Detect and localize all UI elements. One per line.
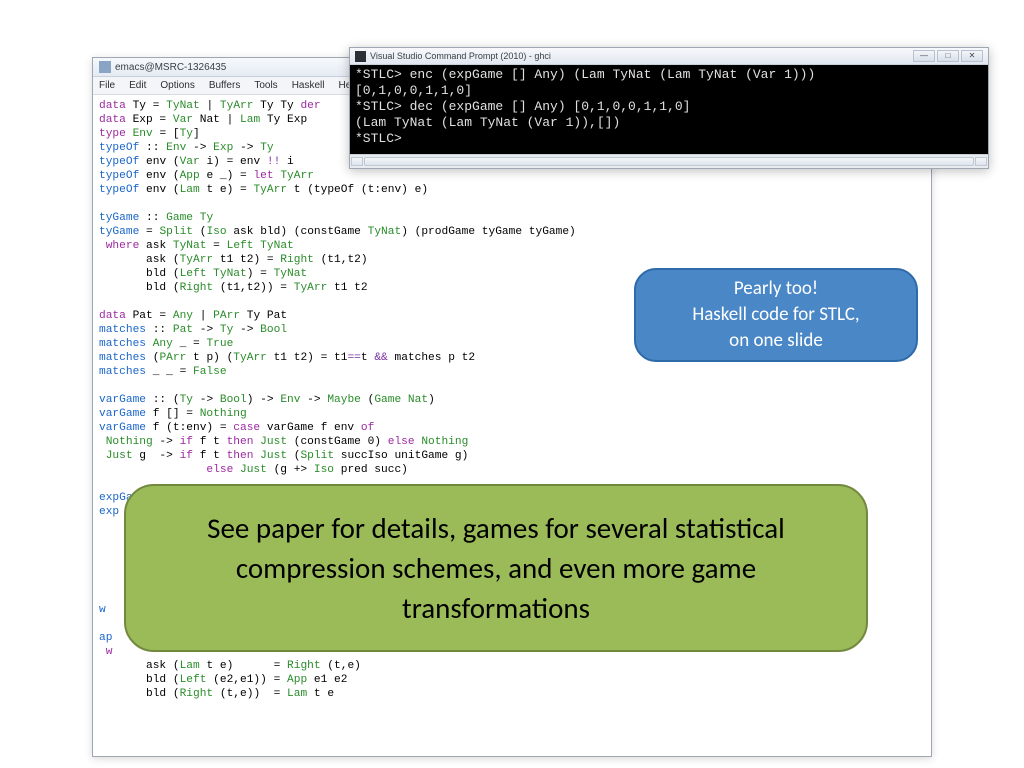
maximize-button[interactable]: □ xyxy=(937,50,959,62)
callout-pearly-text: Pearly too!Haskell code for STLC,on one … xyxy=(692,276,859,354)
cmd-icon xyxy=(355,51,366,62)
scroll-left-icon[interactable] xyxy=(351,157,363,166)
callout-pearly: Pearly too!Haskell code for STLC,on one … xyxy=(634,268,918,362)
callout-see-paper: See paper for details, games for several… xyxy=(124,484,868,652)
cmd-scrollbar[interactable] xyxy=(350,154,988,168)
menu-tools[interactable]: Tools xyxy=(254,80,277,91)
minimize-button[interactable]: — xyxy=(913,50,935,62)
scroll-right-icon[interactable] xyxy=(975,157,987,166)
cmd-window: Visual Studio Command Prompt (2010) - gh… xyxy=(349,47,989,169)
menu-edit[interactable]: Edit xyxy=(129,80,146,91)
callout-see-paper-text: See paper for details, games for several… xyxy=(170,508,822,628)
cmd-terminal-area[interactable]: *STLC> enc (expGame [] Any) (Lam TyNat (… xyxy=(350,65,988,154)
close-button[interactable]: ✕ xyxy=(961,50,983,62)
menu-options[interactable]: Options xyxy=(160,80,194,91)
emacs-title: emacs@MSRC-1326435 xyxy=(115,62,226,73)
menu-haskell[interactable]: Haskell xyxy=(292,80,325,91)
menu-file[interactable]: File xyxy=(99,80,115,91)
cmd-title: Visual Studio Command Prompt (2010) - gh… xyxy=(370,51,551,61)
cmd-titlebar[interactable]: Visual Studio Command Prompt (2010) - gh… xyxy=(350,48,988,65)
emacs-icon xyxy=(99,61,111,73)
menu-buffers[interactable]: Buffers xyxy=(209,80,241,91)
